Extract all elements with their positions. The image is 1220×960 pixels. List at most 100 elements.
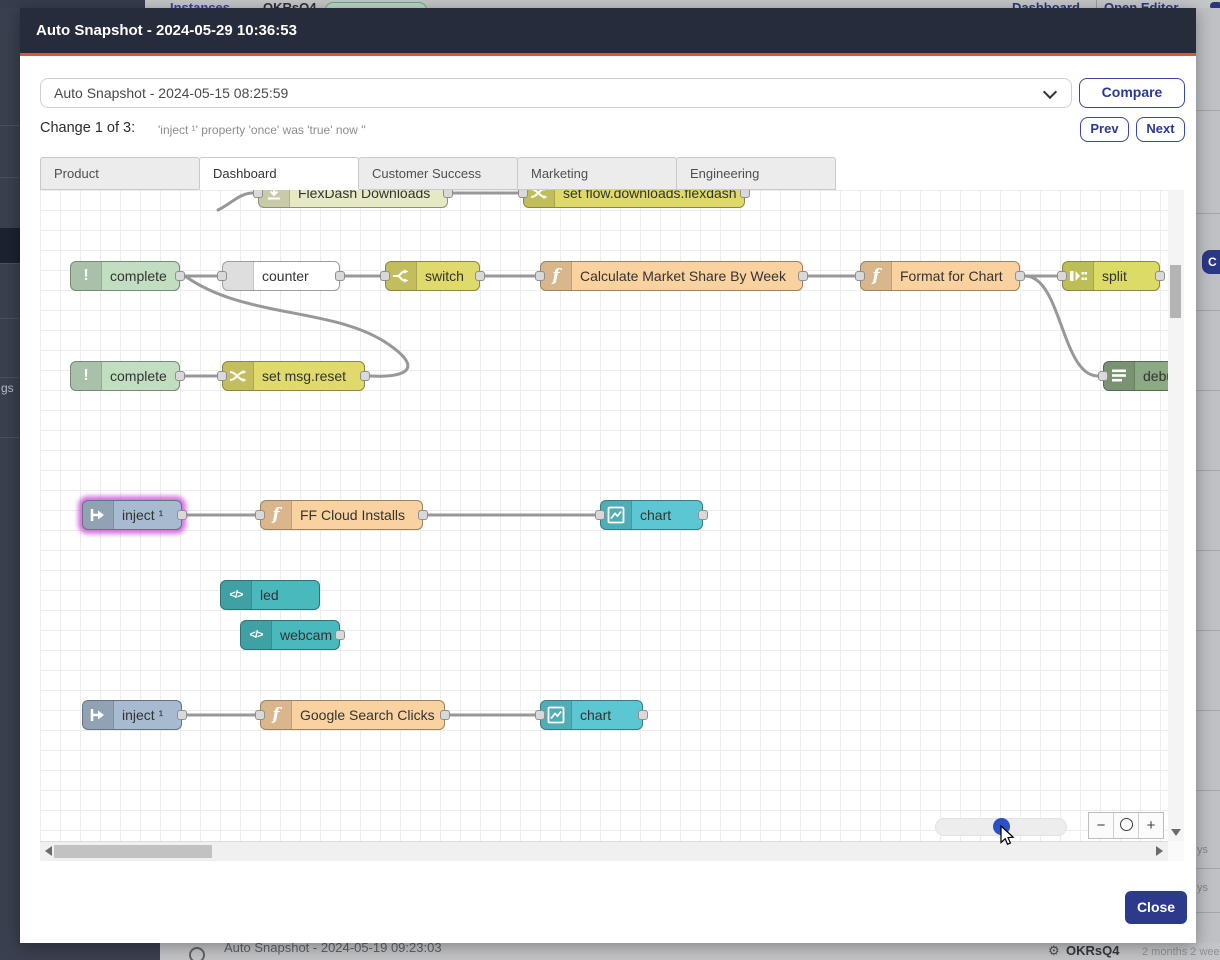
input-port[interactable]	[1057, 271, 1067, 281]
flow-node-counter[interactable]: counter	[222, 261, 340, 291]
input-port[interactable]	[518, 190, 528, 198]
sidebar-item-settings-fragment: gs	[1, 381, 14, 395]
function-icon: f	[541, 262, 572, 290]
shuffle-icon	[223, 362, 254, 390]
vertical-scrollbar-thumb[interactable]	[1170, 265, 1181, 318]
background-bottom-strip: Auto Snapshot - 2024-05-19 09:23:03 ⚙ OK…	[0, 943, 1220, 960]
tab-dashboard[interactable]: Dashboard	[199, 157, 359, 190]
next-button[interactable]: Next	[1136, 117, 1185, 142]
output-port[interactable]	[1015, 271, 1025, 281]
zoom-in-button[interactable]: +	[1138, 813, 1163, 838]
divider	[1096, 0, 1097, 8]
input-port[interactable]	[217, 371, 227, 381]
input-port[interactable]	[535, 271, 545, 281]
flow-node-inject-2[interactable]: inject ¹	[82, 700, 182, 730]
output-port[interactable]	[798, 271, 808, 281]
input-port[interactable]	[380, 271, 390, 281]
compare-button[interactable]: Compare	[1079, 78, 1185, 108]
output-port[interactable]	[638, 710, 648, 720]
vertical-scrollbar[interactable]	[1168, 190, 1184, 841]
output-port[interactable]	[1155, 271, 1165, 281]
flow-node-led[interactable]: </>led	[220, 580, 320, 610]
wire	[1025, 276, 1098, 376]
flow-node-chart-1[interactable]: chart	[600, 500, 703, 530]
flow-node-google-search-clicks[interactable]: fGoogle Search Clicks	[260, 700, 445, 730]
background-sidebar-bottom	[0, 943, 160, 960]
output-port[interactable]	[177, 710, 187, 720]
snapshot-row-label: Auto Snapshot - 2024-05-19 09:23:03	[224, 943, 442, 955]
zoom-reset-button[interactable]	[1113, 813, 1138, 838]
input-port[interactable]	[253, 190, 263, 198]
output-port[interactable]	[177, 510, 187, 520]
input-port[interactable]	[855, 271, 865, 281]
output-port[interactable]	[175, 371, 185, 381]
output-port[interactable]	[475, 271, 485, 281]
text-fragment: ys	[1197, 882, 1208, 894]
blank-icon	[223, 262, 254, 290]
node-label: inject ¹	[114, 701, 181, 729]
input-port[interactable]	[255, 510, 265, 520]
background-sidebar: gs	[0, 8, 20, 943]
flow-node-set-flow-downloads-flexdash[interactable]: set flow.downloads.flexdash	[523, 190, 745, 208]
close-button[interactable]: Close	[1125, 891, 1187, 924]
flow-node-debug[interactable]: debug	[1103, 361, 1168, 391]
function-icon: f	[261, 501, 292, 529]
input-port[interactable]	[217, 271, 227, 281]
output-port[interactable]	[335, 271, 345, 281]
download-icon	[259, 190, 290, 207]
flow-node-flexdash-downloads[interactable]: FlexDash Downloads	[258, 190, 448, 208]
scroll-right-arrow-icon[interactable]	[1156, 846, 1163, 856]
exclaim-icon: !	[71, 262, 102, 290]
output-port[interactable]	[175, 271, 185, 281]
zoom-slider[interactable]	[935, 818, 1067, 836]
output-port[interactable]	[740, 190, 750, 198]
flow-node-complete-2[interactable]: !complete	[70, 361, 180, 391]
exclaim-icon: !	[71, 362, 102, 390]
flow-node-switch[interactable]: switch	[385, 261, 480, 291]
node-label: Calculate Market Share By Week	[572, 262, 802, 290]
horizontal-scrollbar-thumb[interactable]	[54, 845, 212, 858]
output-port[interactable]	[418, 510, 428, 520]
input-port[interactable]	[255, 710, 265, 720]
prev-button[interactable]: Prev	[1080, 117, 1129, 142]
tab-product[interactable]: Product	[40, 157, 200, 190]
flow-node-calculate-market-share[interactable]: fCalculate Market Share By Week	[540, 261, 803, 291]
output-port[interactable]	[443, 190, 453, 198]
node-label: led	[252, 581, 319, 609]
tab-marketing[interactable]: Marketing	[517, 157, 677, 190]
input-port[interactable]	[595, 510, 605, 520]
change-counter-label: Change 1 of 3:	[40, 120, 135, 136]
zoom-out-button[interactable]: −	[1089, 813, 1113, 838]
output-port[interactable]	[335, 630, 345, 640]
flow-node-format-for-chart[interactable]: fFormat for Chart	[860, 261, 1020, 291]
code-icon: </>	[241, 621, 272, 649]
flow-node-inject-1[interactable]: inject ¹	[82, 500, 182, 530]
zoom-slider-thumb[interactable]	[993, 818, 1010, 835]
output-port[interactable]	[698, 510, 708, 520]
flow-node-chart-2[interactable]: chart	[540, 700, 643, 730]
output-port[interactable]	[440, 710, 450, 720]
zoom-reset-icon	[1120, 818, 1133, 831]
scroll-down-arrow-icon[interactable]	[1171, 829, 1181, 836]
snapshot-select-value: Auto Snapshot - 2024-05-15 08:25:59	[41, 79, 1071, 107]
flow-canvas[interactable]: FlexDash Downloads set flow.downloads.fle…	[40, 190, 1168, 841]
horizontal-scrollbar[interactable]	[40, 841, 1168, 861]
split-icon	[1063, 262, 1094, 290]
node-label: set msg.reset	[254, 362, 364, 390]
scroll-left-arrow-icon[interactable]	[45, 846, 52, 856]
flow-node-ff-cloud-installs[interactable]: fFF Cloud Installs	[260, 500, 423, 530]
chart-icon	[601, 501, 632, 529]
node-label: switch	[417, 262, 479, 290]
tab-customer-success[interactable]: Customer Success	[358, 157, 518, 190]
snapshot-select[interactable]: Auto Snapshot - 2024-05-15 08:25:59	[40, 78, 1072, 108]
flow-node-split[interactable]: split	[1062, 261, 1160, 291]
wire	[218, 193, 253, 210]
tab-engineering[interactable]: Engineering	[676, 157, 836, 190]
node-label: webcam	[272, 621, 339, 649]
output-port[interactable]	[360, 371, 370, 381]
flow-node-complete-1[interactable]: !complete	[70, 261, 180, 291]
flow-node-webcam[interactable]: </>webcam	[240, 620, 340, 650]
flow-node-set-msg-reset[interactable]: set msg.reset	[222, 361, 365, 391]
input-port[interactable]	[1098, 371, 1108, 381]
input-port[interactable]	[535, 710, 545, 720]
